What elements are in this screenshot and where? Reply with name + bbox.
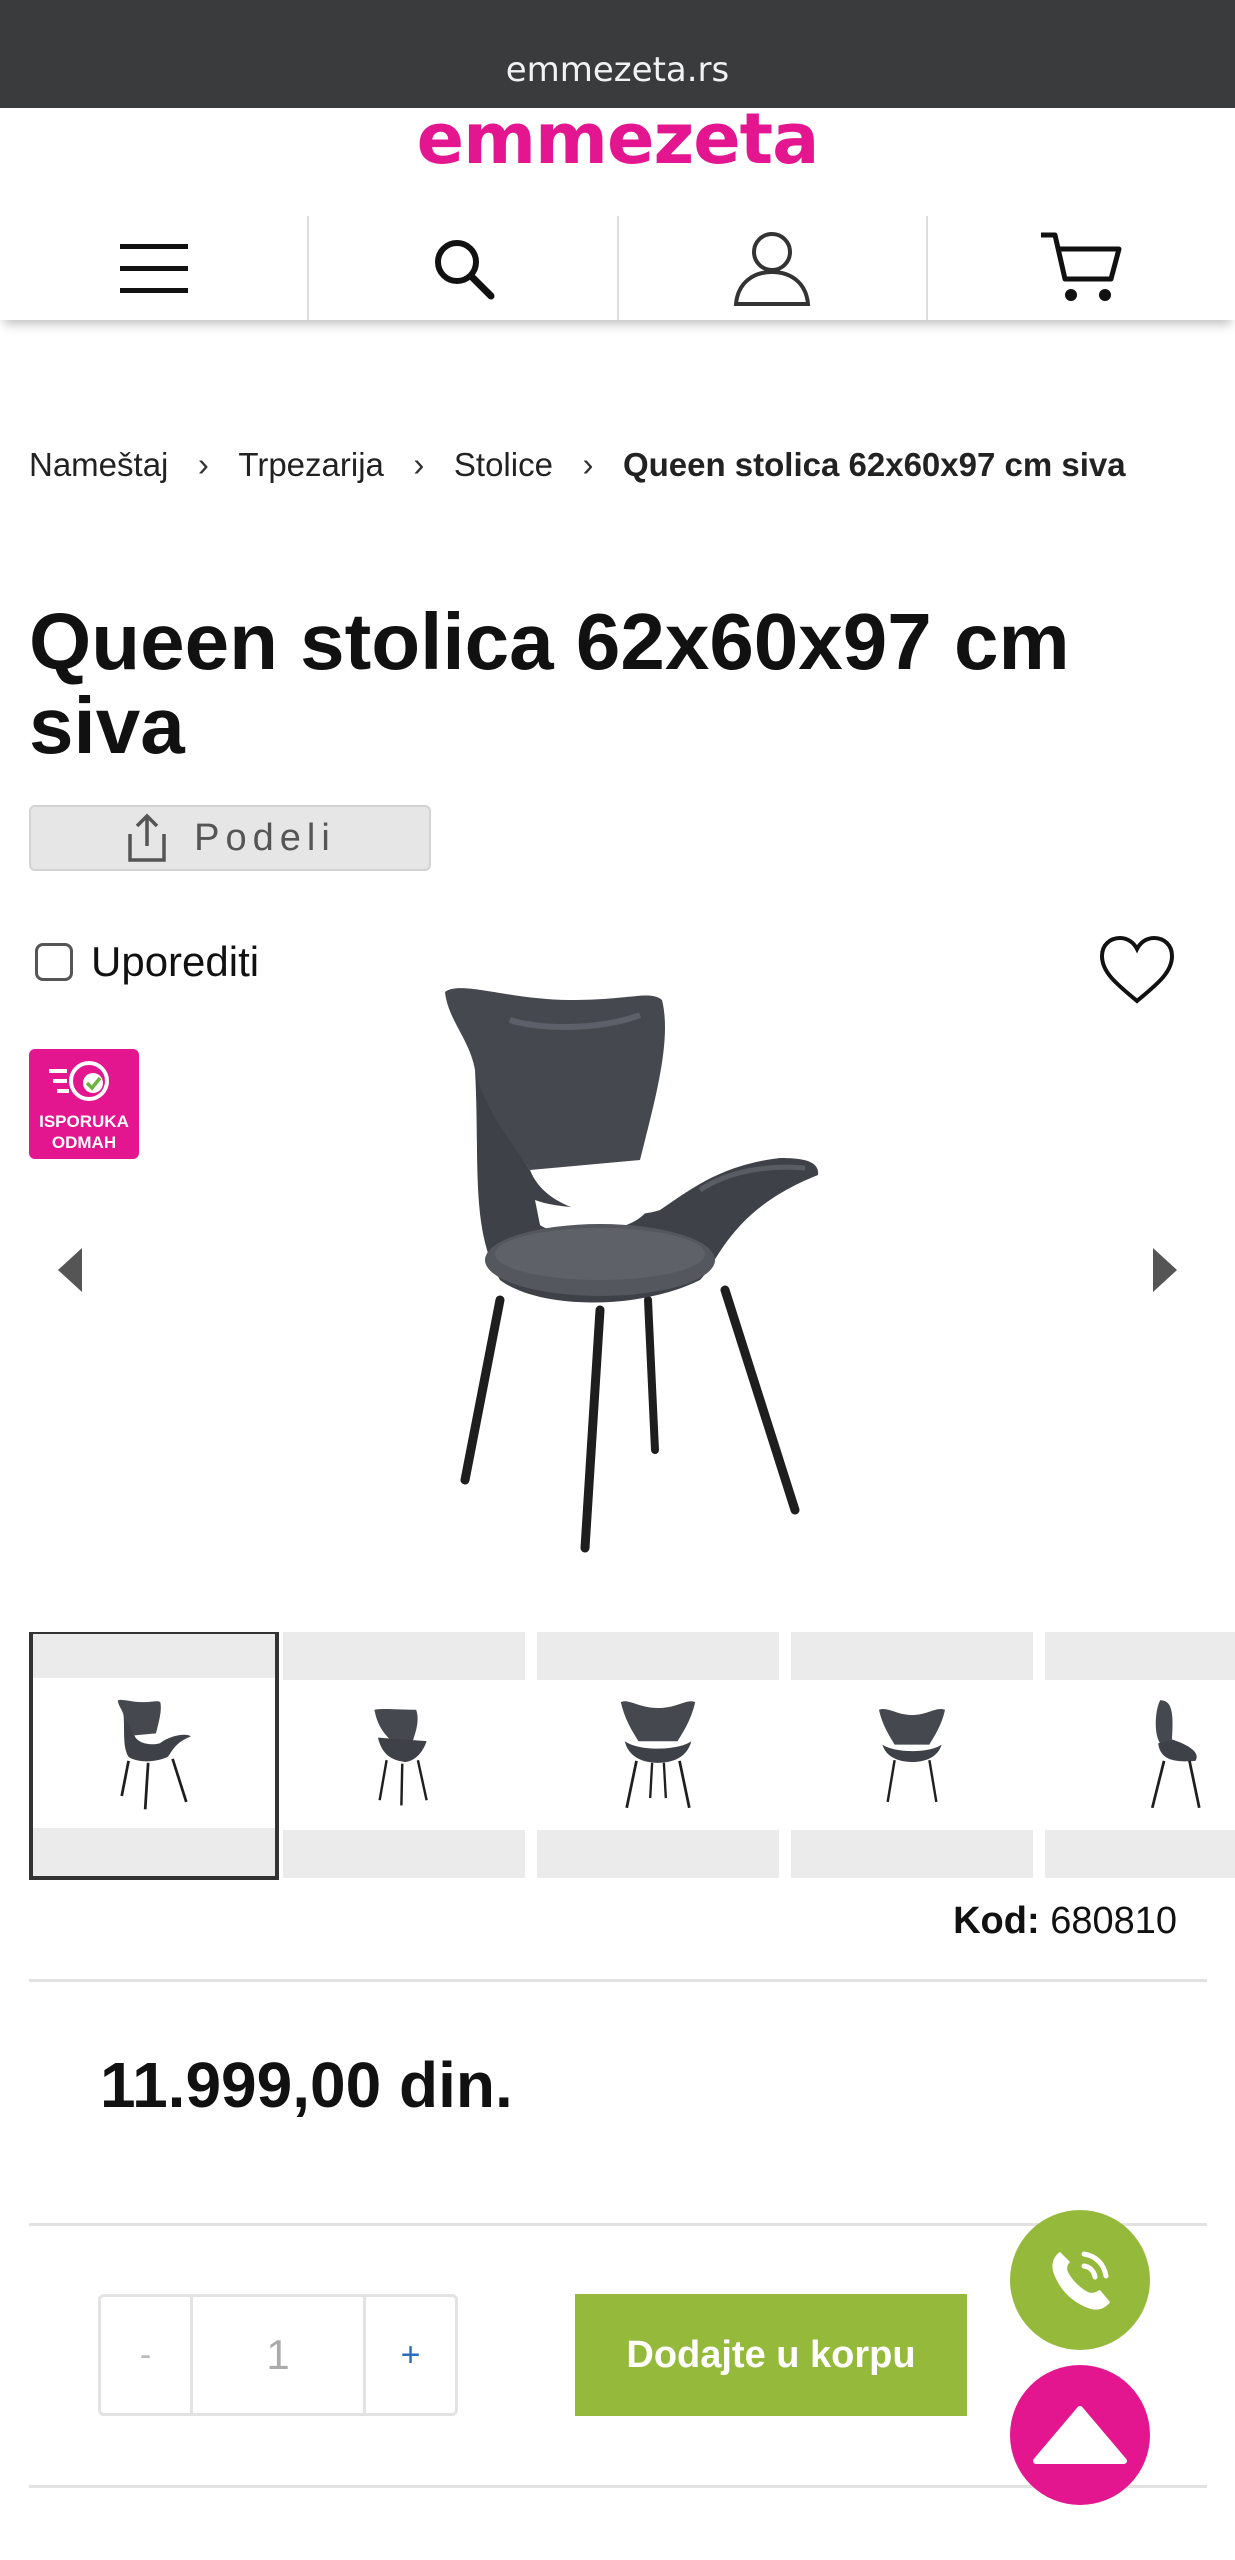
thumbnail-1[interactable] bbox=[29, 1632, 279, 1880]
product-code-value: 680810 bbox=[1050, 1900, 1177, 1942]
badge-line2: ODMAH bbox=[51, 1133, 117, 1152]
breadcrumb-item-stolice[interactable]: Stolice bbox=[454, 430, 553, 500]
main-nav-bar bbox=[0, 216, 1235, 320]
logo-text: emmezeta bbox=[416, 98, 820, 180]
wishlist-button[interactable] bbox=[1098, 935, 1176, 1010]
divider bbox=[29, 1979, 1207, 1982]
arrow-up-icon bbox=[1033, 2406, 1127, 2464]
thumbnail-5[interactable] bbox=[1045, 1632, 1235, 1878]
thumbnail-image bbox=[537, 1680, 779, 1830]
quantity-increase-button[interactable]: + bbox=[363, 2297, 455, 2413]
breadcrumb-current: Queen stolica 62x60x97 cm siva bbox=[622, 446, 1126, 483]
search-button[interactable] bbox=[307, 216, 616, 320]
quantity-input[interactable]: 1 bbox=[193, 2297, 363, 2413]
compare-label: Uporediti bbox=[91, 938, 260, 985]
thumbnail-2[interactable] bbox=[283, 1632, 525, 1878]
chair-thumb-image bbox=[620, 1701, 696, 1809]
quantity-stepper: - 1 + bbox=[98, 2294, 458, 2416]
browser-url-bar[interactable]: emmezeta.rs bbox=[0, 0, 1235, 108]
chair-thumb-image bbox=[878, 1708, 946, 1803]
share-button[interactable]: Podeli bbox=[29, 805, 431, 871]
thumbnail-strip bbox=[29, 1632, 1235, 1882]
compare-checkbox[interactable]: Uporediti bbox=[35, 938, 259, 986]
badge-text: ISPORUKA ODMAH bbox=[29, 1111, 139, 1153]
thumbnail-image bbox=[283, 1680, 525, 1830]
menu-icon bbox=[119, 244, 188, 293]
phone-icon bbox=[1052, 2251, 1110, 2310]
search-icon bbox=[434, 240, 495, 300]
account-button[interactable] bbox=[616, 216, 926, 320]
product-main-image[interactable] bbox=[400, 960, 860, 1565]
chair-thumb-image bbox=[1150, 1700, 1201, 1809]
gallery-next-arrow-icon[interactable] bbox=[1153, 1248, 1177, 1292]
cart-button[interactable] bbox=[925, 216, 1235, 320]
chevron-right-icon: › bbox=[197, 446, 209, 483]
chevron-right-icon: › bbox=[413, 446, 425, 483]
product-price: 11.999,00 din. bbox=[100, 2049, 513, 2121]
gallery-prev-arrow-icon[interactable] bbox=[58, 1248, 82, 1292]
fast-delivery-icon bbox=[49, 1061, 109, 1101]
checkbox-box[interactable] bbox=[35, 943, 73, 981]
thumbnail-image bbox=[791, 1680, 1033, 1830]
add-to-cart-button[interactable]: Dodajte u korpu bbox=[575, 2294, 967, 2416]
thumbnail-image bbox=[1045, 1680, 1235, 1830]
product-title: Queen stolica 62x60x97 cm siva bbox=[29, 597, 1070, 770]
breadcrumb-item-trpezarija[interactable]: Trpezarija bbox=[238, 430, 384, 500]
url-text: emmezeta.rs bbox=[505, 50, 730, 90]
breadcrumb: Nameštaj › Trpezarija › Stolice › Queen stolic… bbox=[29, 430, 1209, 500]
breadcrumb-item-namestaj[interactable]: Nameštaj bbox=[29, 430, 168, 500]
divider bbox=[29, 2485, 1207, 2488]
call-button[interactable] bbox=[1010, 2210, 1150, 2350]
cart-icon bbox=[1041, 232, 1122, 301]
heart-icon bbox=[1099, 935, 1175, 1004]
product-code: Kod: 680810 bbox=[953, 1900, 1177, 1943]
delivery-badge: ISPORUKA ODMAH bbox=[29, 1049, 139, 1159]
product-code-label: Kod: bbox=[953, 1900, 1040, 1942]
share-label: Podeli bbox=[194, 816, 336, 859]
thumbnail-3[interactable] bbox=[537, 1632, 779, 1878]
chair-thumb-image bbox=[117, 1699, 191, 1810]
user-icon bbox=[733, 232, 811, 306]
thumbnail-image bbox=[33, 1678, 275, 1828]
chevron-right-icon: › bbox=[582, 446, 594, 483]
chair-image bbox=[445, 988, 819, 1553]
quantity-decrease-button[interactable]: - bbox=[101, 2297, 193, 2413]
scroll-to-top-button[interactable] bbox=[1010, 2365, 1150, 2505]
divider bbox=[29, 2223, 1207, 2226]
site-logo[interactable]: emmezeta bbox=[0, 104, 1235, 178]
badge-line1: ISPORUKA bbox=[39, 1112, 129, 1131]
thumbnail-4[interactable] bbox=[791, 1632, 1033, 1878]
menu-button[interactable] bbox=[0, 216, 307, 320]
share-icon bbox=[128, 813, 166, 862]
chair-thumb-image bbox=[374, 1709, 428, 1806]
